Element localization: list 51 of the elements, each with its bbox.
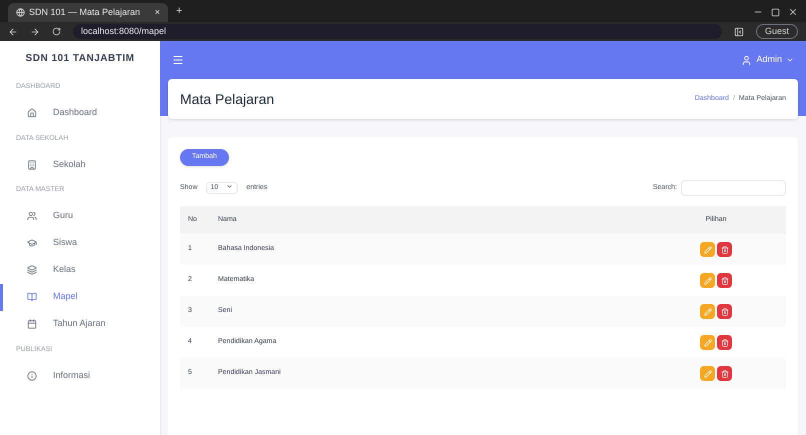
sidebar-item[interactable]: Kelas	[0, 256, 160, 284]
sidebar-item-label: Mapel	[53, 290, 78, 304]
globe-icon	[16, 8, 25, 17]
sidebar-item-label: Dashboard	[53, 106, 98, 120]
sidebar-item-label: Guru	[53, 209, 74, 222]
delete-button[interactable]	[717, 242, 732, 257]
sidebar-item-label: Kelas	[53, 263, 76, 276]
tab-title: SDN 101 — Mata Pelajaran	[29, 6, 142, 19]
profile-button[interactable]: Guest	[756, 24, 798, 40]
tab-close-button[interactable]: ×	[154, 6, 160, 20]
delete-button[interactable]	[717, 304, 732, 319]
sidebar-item-label: Tahun Ajaran	[53, 317, 106, 330]
side-panel-icon[interactable]	[734, 26, 744, 36]
delete-button[interactable]	[717, 335, 732, 350]
sidebar-item[interactable]: Siswa	[0, 230, 160, 256]
sidebar-item[interactable]: Informasi	[0, 362, 160, 389]
caret-icon	[786, 56, 794, 64]
maximize-icon[interactable]	[771, 8, 780, 17]
close-icon[interactable]	[788, 7, 798, 17]
sidebar-item[interactable]: Tahun Ajaran	[0, 310, 160, 338]
sidebar-item[interactable]: Mapel	[0, 284, 160, 310]
pencil-icon	[704, 308, 712, 316]
back-icon[interactable]	[8, 26, 18, 36]
trash-icon	[720, 338, 728, 346]
user-menu[interactable]: Admin	[741, 53, 794, 67]
search-field[interactable]	[681, 180, 786, 196]
page-title: Mata Pelajaran	[180, 90, 274, 109]
sidebar-item[interactable]: Sekolah	[0, 151, 160, 178]
sidebar-item[interactable]: Guru	[0, 202, 160, 230]
trash-icon	[720, 246, 728, 254]
sidebar-item-label: Informasi	[53, 368, 90, 382]
user-icon	[741, 54, 752, 66]
trash-icon	[720, 308, 728, 316]
sidebar-item[interactable]: Dashboard	[0, 100, 160, 126]
pencil-icon	[704, 276, 712, 284]
sidebar-item-label: Siswa	[53, 236, 78, 250]
delete-button[interactable]	[717, 273, 732, 288]
sidebar-item-label: Sekolah	[53, 158, 86, 171]
browser-tab[interactable]: SDN 101 — Mata Pelajaran ×	[8, 3, 168, 22]
forward-icon[interactable]	[30, 26, 40, 36]
address-bar[interactable]: localhost:8080/mapel	[73, 24, 722, 39]
pencil-icon	[704, 246, 712, 254]
delete-button[interactable]	[717, 366, 732, 381]
reload-icon[interactable]	[52, 27, 61, 36]
caret-icon	[226, 182, 234, 190]
pencil-icon	[704, 370, 712, 378]
trash-icon	[720, 276, 728, 284]
pencil-icon	[704, 338, 712, 346]
sidebar-brand: SDN 101 TANJABTIM	[24, 52, 136, 66]
trash-icon	[720, 370, 728, 378]
new-tab-button[interactable]: +	[176, 2, 182, 19]
